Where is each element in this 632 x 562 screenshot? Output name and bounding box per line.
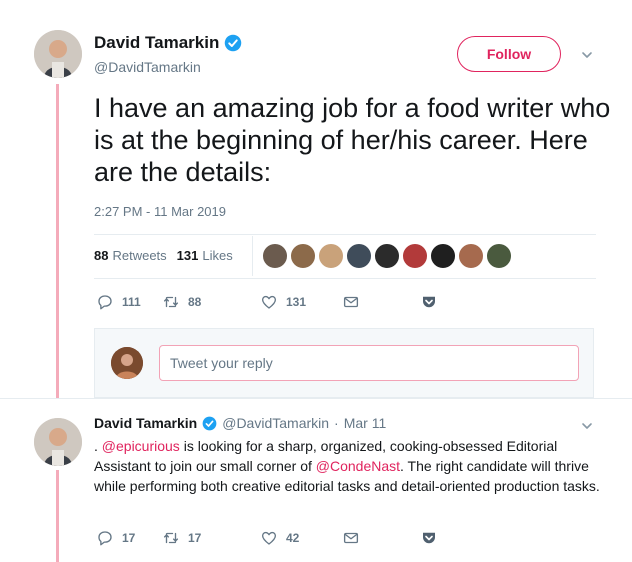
tweet-text: I have an amazing job for a food writer … (94, 93, 611, 187)
like-count: 131 (286, 295, 307, 309)
chevron-down-icon[interactable] (580, 419, 594, 433)
retweets-label[interactable]: Retweets (112, 248, 166, 263)
pocket-action[interactable] (420, 529, 438, 547)
liker-avatar[interactable] (318, 243, 344, 269)
reply-action[interactable]: 17 (96, 529, 162, 547)
thread-line (56, 84, 59, 398)
liker-avatar[interactable] (374, 243, 400, 269)
liker-avatar[interactable] (290, 243, 316, 269)
liker-avatar[interactable] (346, 243, 372, 269)
reply-icon (96, 293, 114, 311)
reply-separator: · (334, 415, 339, 431)
chevron-down-icon[interactable] (580, 48, 594, 62)
stats-separator (252, 236, 253, 276)
reply-composer: Tweet your reply (94, 328, 594, 398)
retweet-count: 17 (188, 531, 202, 545)
liker-avatar[interactable] (262, 243, 288, 269)
liker-avatar[interactable] (458, 243, 484, 269)
divider (94, 234, 596, 235)
message-icon (342, 529, 360, 547)
retweet-action[interactable]: 17 (162, 529, 260, 547)
like-action[interactable]: 131 (260, 293, 342, 311)
pocket-icon (420, 293, 438, 311)
like-icon (260, 529, 278, 547)
author-handle[interactable]: @DavidTamarkin (94, 59, 201, 75)
reply-tweet-actions: 17 17 42 (96, 529, 438, 547)
reply-icon (96, 529, 114, 547)
current-user-avatar[interactable] (111, 347, 143, 379)
divider (0, 398, 632, 399)
retweet-icon (162, 529, 180, 547)
retweet-icon (162, 293, 180, 311)
reply-input[interactable]: Tweet your reply (159, 345, 579, 381)
reply-text-prefix: . (94, 438, 102, 454)
reply-author-avatar[interactable] (34, 418, 82, 466)
tweet-stats: 88 Retweets 131 Likes (94, 248, 233, 263)
reply-author-name[interactable]: David Tamarkin (94, 415, 197, 431)
reply-count: 17 (122, 531, 136, 545)
message-icon (342, 293, 360, 311)
like-action[interactable]: 42 (260, 529, 342, 547)
reply-action[interactable]: 111 (96, 293, 162, 311)
like-icon (260, 293, 278, 311)
author-name-row[interactable]: David Tamarkin (94, 33, 242, 53)
like-count: 42 (286, 531, 300, 545)
divider (94, 278, 596, 279)
retweet-count: 88 (188, 295, 202, 309)
likes-count[interactable]: 131 (177, 248, 199, 263)
reply-tweet-text: . @epicurious is looking for a sharp, or… (94, 436, 604, 496)
likes-label[interactable]: Likes (202, 248, 232, 263)
message-action[interactable] (342, 529, 420, 547)
reply-count: 111 (122, 295, 141, 309)
liker-avatars (262, 243, 514, 269)
liker-avatar[interactable] (402, 243, 428, 269)
tweet-timestamp[interactable]: 2:27 PM - 11 Mar 2019 (94, 204, 226, 219)
liker-avatar[interactable] (486, 243, 512, 269)
verified-icon (202, 416, 217, 431)
author-avatar[interactable] (34, 30, 82, 78)
retweets-count[interactable]: 88 (94, 248, 108, 263)
follow-button[interactable]: Follow (457, 36, 561, 72)
reply-author-handle[interactable]: @DavidTamarkin (222, 415, 329, 431)
message-action[interactable] (342, 293, 420, 311)
reply-header: David Tamarkin @DavidTamarkin · Mar 11 (94, 415, 386, 431)
thread-line (56, 470, 59, 562)
author-name[interactable]: David Tamarkin (94, 33, 219, 53)
mention-link-condenast[interactable]: @CondeNast (316, 458, 400, 474)
pocket-icon (420, 529, 438, 547)
liker-avatar[interactable] (430, 243, 456, 269)
verified-icon (224, 34, 242, 52)
retweet-action[interactable]: 88 (162, 293, 260, 311)
tweet-actions: 111 88 131 (96, 293, 438, 311)
pocket-action[interactable] (420, 293, 438, 311)
reply-date[interactable]: Mar 11 (344, 415, 387, 431)
mention-link-epicurious[interactable]: @epicurious (102, 438, 180, 454)
